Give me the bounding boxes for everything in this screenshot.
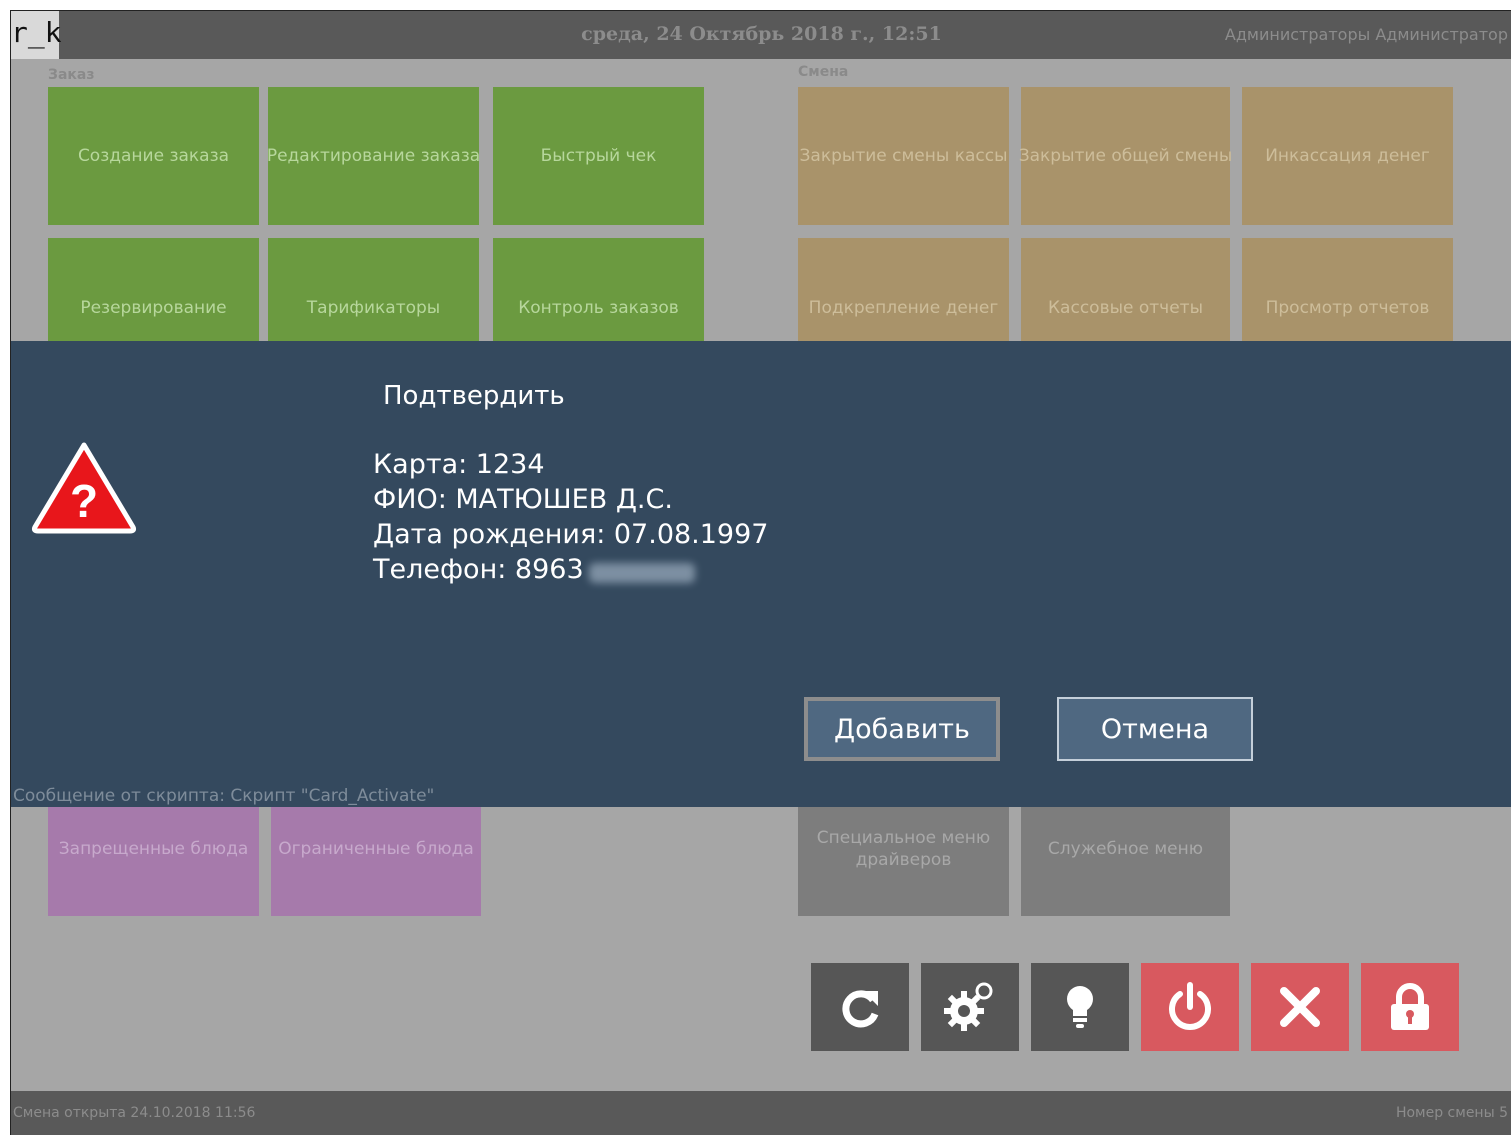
dialog-title: Подтвердить <box>383 381 565 411</box>
close-button[interactable] <box>1251 963 1349 1051</box>
lock-icon <box>1391 983 1429 1030</box>
phone-number: Телефон: 8963 <box>373 554 584 585</box>
confirm-dialog: ? Подтвердить Карта: 1234 ФИО: МАТЮШЕВ Д… <box>11 341 1511 807</box>
warning-question-icon: ? <box>31 442 137 534</box>
edit-order-tile[interactable]: Редактирование заказа <box>267 87 480 225</box>
order-section-label: Заказ <box>48 67 95 83</box>
refresh-icon <box>842 990 879 1028</box>
power-button[interactable] <box>1141 963 1239 1051</box>
close-icon <box>1280 987 1320 1027</box>
shift-section-label: Смена <box>798 64 849 80</box>
lock-button[interactable] <box>1361 963 1459 1051</box>
svg-text:?: ? <box>70 475 98 527</box>
status-bar: Смена открыта 24.10.2018 11:56 Номер сме… <box>11 1091 1511 1135</box>
script-message: Сообщение от скрипта: Скрипт "Card_Activ… <box>13 786 435 806</box>
lightbulb-icon <box>1067 986 1093 1028</box>
refresh-button[interactable] <box>811 963 909 1051</box>
birth-date: Дата рождения: 07.08.1997 <box>373 519 769 550</box>
phone-redaction <box>589 563 695 583</box>
cash-collection-tile[interactable]: Инкассация денег <box>1242 87 1453 225</box>
settings-button[interactable] <box>921 963 1019 1051</box>
close-general-shift-tile[interactable]: Закрытие общей смены <box>1019 87 1232 225</box>
card-number: Карта: 1234 <box>373 449 545 480</box>
quick-check-tile[interactable]: Быстрый чек <box>493 87 704 225</box>
add-button[interactable]: Добавить <box>804 697 1000 761</box>
cancel-button[interactable]: Отмена <box>1057 697 1253 761</box>
power-icon <box>1169 982 1211 1030</box>
full-name: ФИО: МАТЮШЕВ Д.С. <box>373 484 673 515</box>
create-order-tile[interactable]: Создание заказа <box>48 87 259 225</box>
shift-opened-status: Смена открыта 24.10.2018 11:56 <box>13 1105 256 1121</box>
current-user[interactable]: Администраторы Администратор <box>1225 25 1508 44</box>
shift-number: Номер смены 5 <box>1395 1105 1508 1121</box>
pos-main-screen: r_k среда, 24 Октябрь 2018 г., 12:51 Адм… <box>10 10 1511 1135</box>
top-bar: r_k среда, 24 Октябрь 2018 г., 12:51 Адм… <box>11 11 1511 59</box>
hint-button[interactable] <box>1031 963 1129 1051</box>
gears-icon <box>944 982 993 1031</box>
close-cash-shift-tile[interactable]: Закрытие смены кассы <box>798 87 1009 225</box>
